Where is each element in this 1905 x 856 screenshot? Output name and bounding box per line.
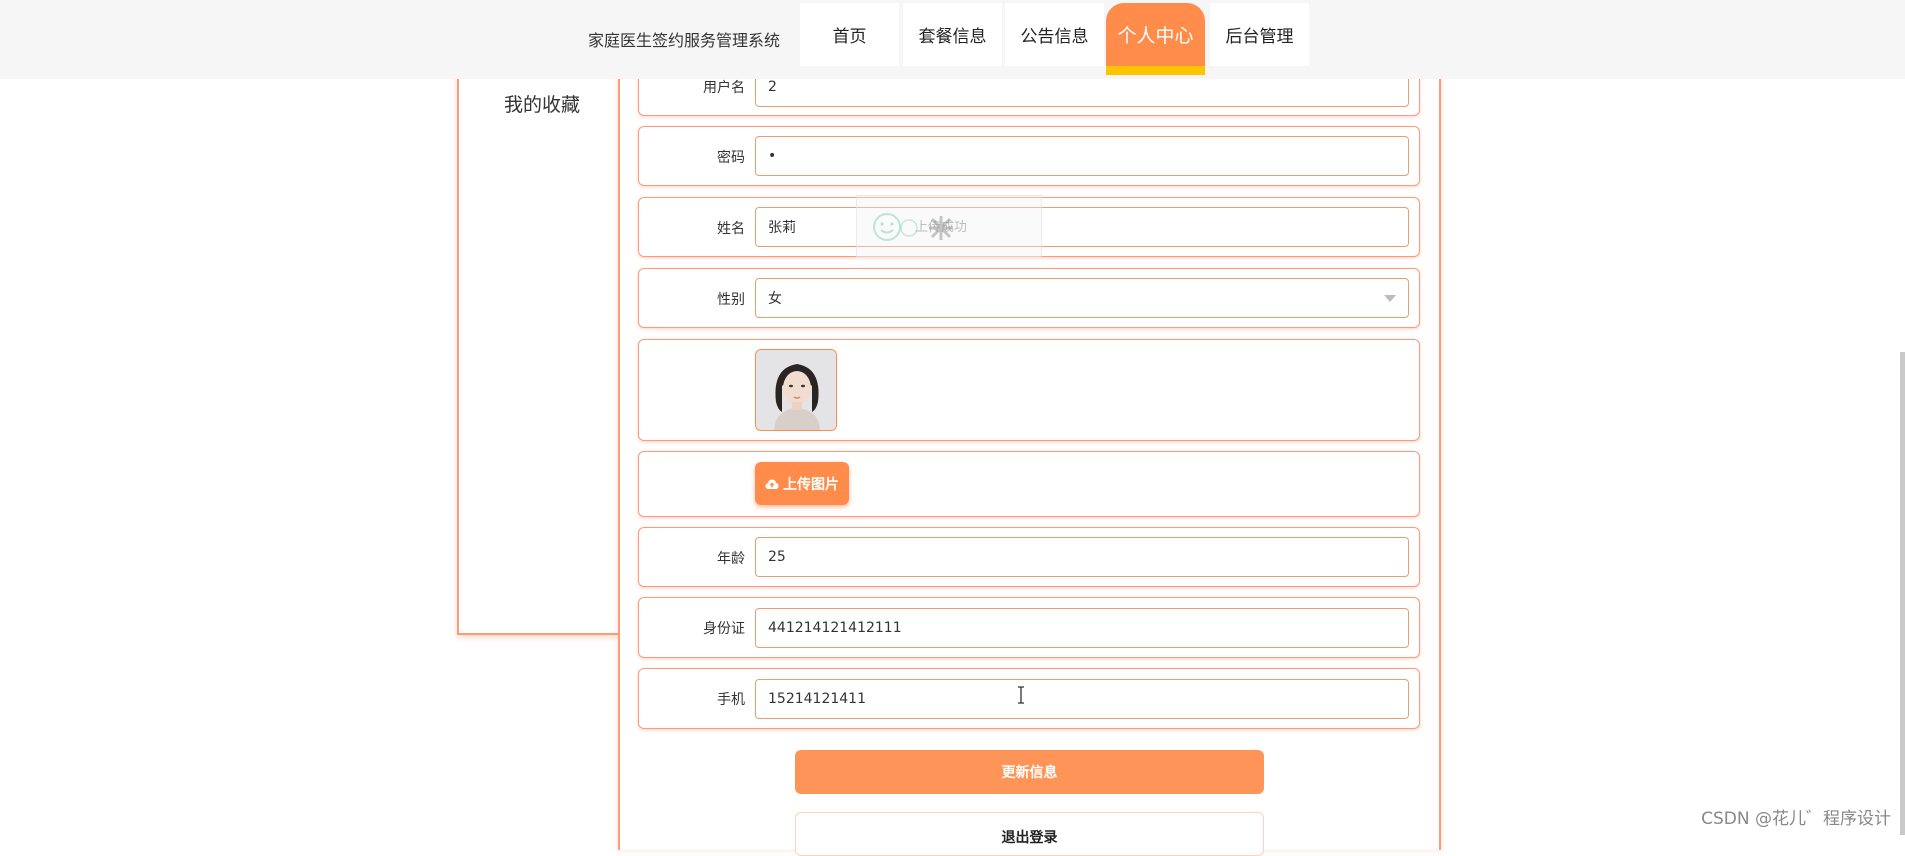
text-cursor-icon xyxy=(1018,686,1024,704)
sidebar-item-favorites[interactable]: 我的收藏 xyxy=(504,90,580,117)
nav-home[interactable]: 首页 xyxy=(800,3,899,66)
age-row: 年龄 25 xyxy=(638,527,1420,587)
site-title: 家庭医生签约服务管理系统 xyxy=(588,31,781,50)
avatar xyxy=(755,349,837,431)
nav-packages[interactable]: 套餐信息 xyxy=(903,3,1002,66)
id-card-label: 身份证 xyxy=(703,621,745,637)
upload-toast-text: 上传成功 xyxy=(915,220,968,235)
phone-label: 手机 xyxy=(717,692,745,708)
upload-row: 上传图片 xyxy=(638,451,1420,517)
phone-input[interactable]: 15214121411 xyxy=(755,679,1409,719)
upload-image-button[interactable]: 上传图片 xyxy=(755,462,849,505)
name-input[interactable]: 张莉 xyxy=(755,207,1409,247)
update-info-button[interactable]: 更新信息 xyxy=(795,750,1264,794)
id-card-row: 身份证 441214121412111 xyxy=(638,597,1420,658)
logout-button[interactable]: 退出登录 xyxy=(795,812,1264,856)
gender-value: 女 xyxy=(768,291,782,307)
gender-label: 性别 xyxy=(717,292,745,308)
password-input[interactable]: • xyxy=(755,136,1409,176)
side-menu: 我的收藏 xyxy=(457,40,623,635)
nav-announcements[interactable]: 公告信息 xyxy=(1005,3,1104,66)
page-scrollbar[interactable] xyxy=(1900,352,1905,835)
password-row: 密码 • xyxy=(638,126,1420,186)
password-label: 密码 xyxy=(717,150,745,166)
nav-personal-center[interactable]: 个人中心 xyxy=(1106,3,1205,75)
upload-image-label: 上传图片 xyxy=(783,476,839,493)
age-input[interactable]: 25 xyxy=(755,537,1409,577)
chevron-down-icon xyxy=(1384,295,1396,302)
age-label: 年龄 xyxy=(717,551,745,567)
id-card-input[interactable]: 441214121412111 xyxy=(755,608,1409,648)
avatar-row xyxy=(638,339,1420,441)
phone-row: 手机 15214121411 xyxy=(638,668,1420,729)
upload-toast: 上传成功 xyxy=(856,195,1042,257)
gender-row: 性别 女 xyxy=(638,268,1420,328)
gender-select[interactable]: 女 xyxy=(755,278,1409,318)
avatar-portrait-icon xyxy=(756,350,836,430)
cloud-upload-icon xyxy=(765,479,779,489)
top-nav-bar: 家庭医生签约服务管理系统 首页 套餐信息 公告信息 个人中心 后台管理 xyxy=(0,0,1905,79)
nav-admin[interactable]: 后台管理 xyxy=(1210,3,1309,66)
csdn-watermark: CSDN @花儿゛程序设计 xyxy=(1701,809,1891,829)
username-label: 用户名 xyxy=(703,80,745,96)
name-label: 姓名 xyxy=(717,221,745,237)
